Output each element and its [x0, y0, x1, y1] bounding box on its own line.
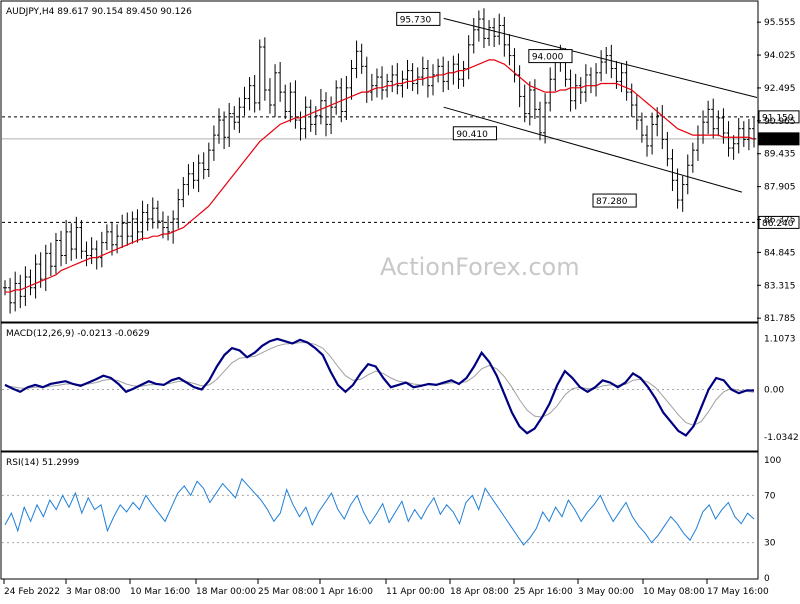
xtick-3: 18 Mar 00:00 [196, 587, 256, 597]
xtick-8: 25 Apr 16:00 [514, 587, 573, 597]
price-ytick-3: 90.965 [764, 117, 796, 127]
annotation-2: 90.410 [456, 130, 488, 140]
rsi-ytick-2: 30 [764, 539, 776, 549]
price-ytick-8: 83.315 [764, 281, 796, 291]
price-ytick-5: 87.905 [764, 183, 796, 193]
annotation-1: 94.000 [532, 53, 564, 63]
price-ytick-6: 86.375 [764, 216, 796, 226]
macd-title: MACD(12,26,9) -0.0213 -0.0629 [6, 329, 150, 339]
rsi-ytick-0: 100 [764, 456, 781, 466]
rsi-ytick-3: 0 [764, 574, 770, 584]
macd-ytick-2: -1.0342 [764, 433, 799, 443]
macd-ytick-0: 1.1073 [764, 335, 796, 345]
xtick-11: 17 May 16:00 [707, 587, 769, 597]
rsi-title: RSI(14) 51.2999 [6, 458, 79, 468]
price-ytick-2: 92.495 [764, 84, 796, 94]
xtick-0: 24 Feb 2022 [4, 587, 60, 597]
price-ytick-7: 84.845 [764, 248, 796, 258]
xtick-7: 18 Apr 08:00 [450, 587, 509, 597]
price-ytick-1: 94.025 [764, 51, 796, 61]
price-ytick-0: 95.555 [764, 18, 796, 28]
rsi-ytick-1: 70 [764, 491, 776, 501]
macd-ytick-1: 0.00 [764, 386, 784, 396]
xtick-2: 10 Mar 16:00 [130, 587, 190, 597]
hline-tag-1: 90.126 [762, 135, 794, 145]
chart-svg: ActionForex.com AUDJPY,H4 89.617 90.154 … [0, 0, 800, 597]
xtick-1: 3 Mar 08:00 [66, 587, 121, 597]
xtick-4: 25 Mar 08:00 [258, 587, 318, 597]
macd-panel-frame [0, 322, 759, 452]
price-chart-title: AUDJPY,H4 89.617 90.154 89.450 90.126 [6, 7, 192, 17]
watermark: ActionForex.com [380, 253, 580, 281]
chart-stage: ActionForex.com AUDJPY,H4 89.617 90.154 … [0, 0, 800, 600]
annotation-0: 95.730 [400, 15, 432, 25]
xtick-9: 3 May 00:00 [578, 587, 634, 597]
price-ytick-9: 81.785 [764, 314, 796, 324]
annotation-3: 87.280 [596, 197, 628, 207]
price-ytick-4: 89.435 [764, 150, 796, 160]
xtick-10: 10 May 08:00 [643, 587, 705, 597]
xtick-5: 1 Apr 16:00 [320, 587, 373, 597]
xtick-6: 11 Apr 00:00 [386, 587, 445, 597]
